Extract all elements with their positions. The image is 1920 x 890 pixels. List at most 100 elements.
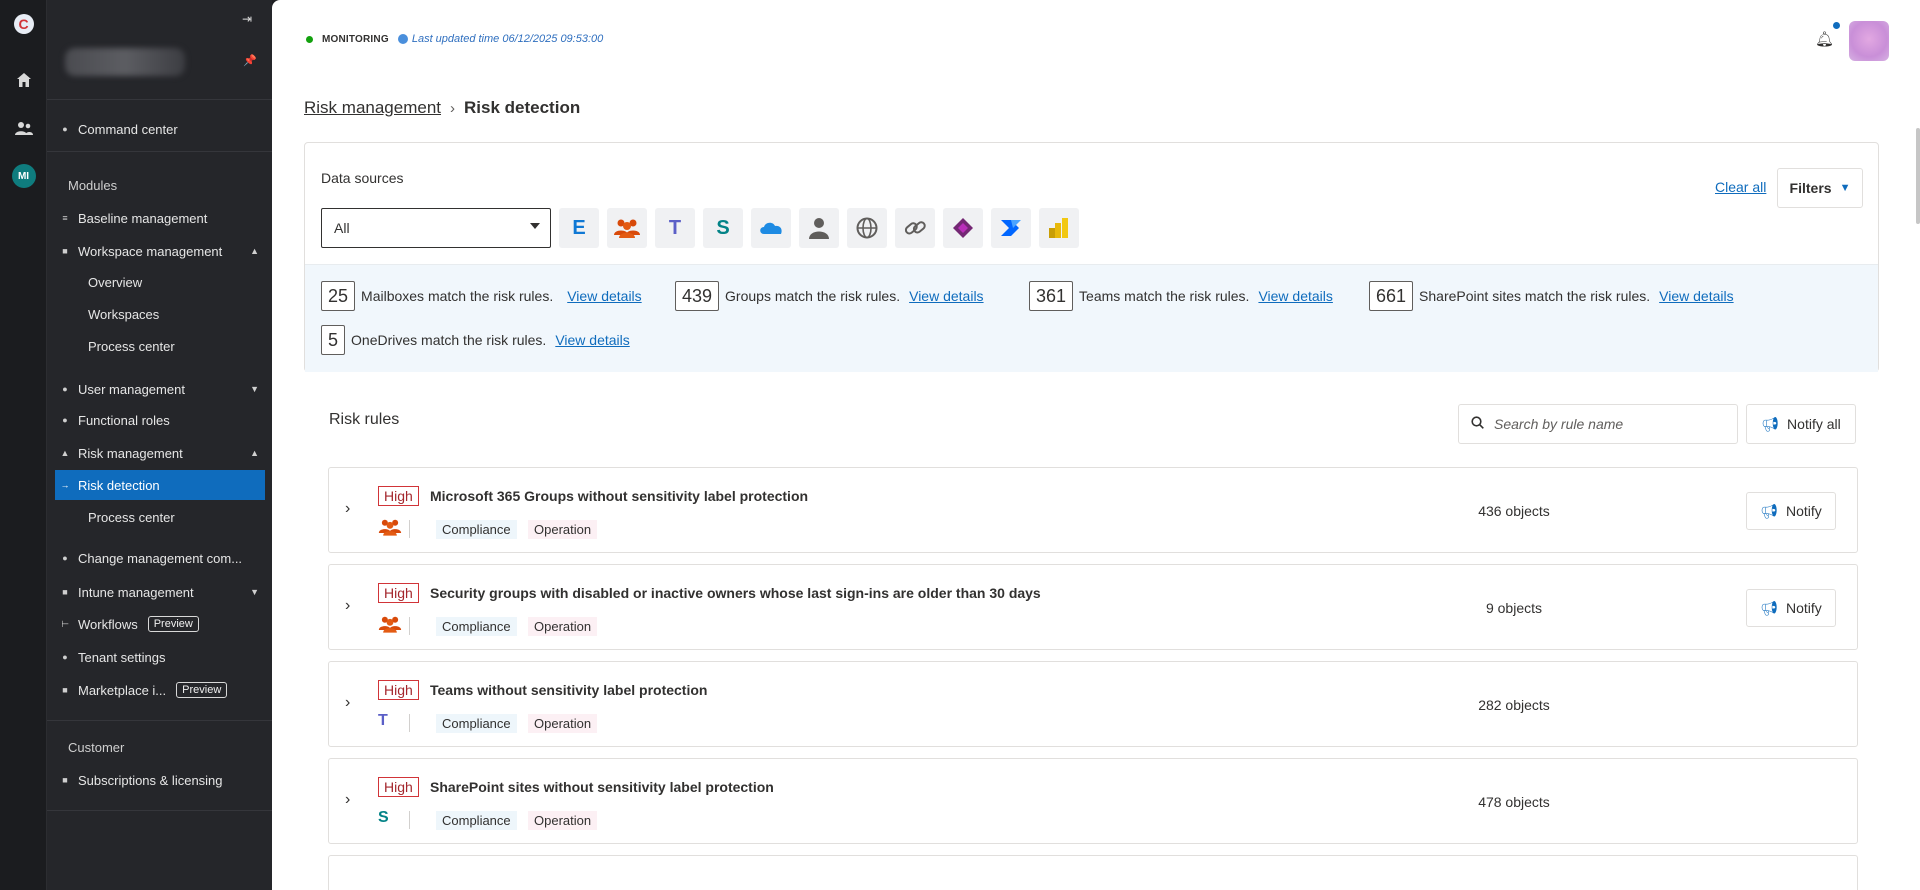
user-icon[interactable] bbox=[799, 208, 839, 248]
sidebar-item-subscriptions[interactable]: ■ Subscriptions & licensing bbox=[47, 765, 272, 795]
web-icon[interactable] bbox=[847, 208, 887, 248]
rule-name: Teams without sensitivity label protecti… bbox=[430, 682, 708, 698]
device-icon: ■ bbox=[62, 587, 68, 597]
chevron-right-icon[interactable]: › bbox=[345, 791, 350, 809]
teams-icon[interactable]: T bbox=[655, 208, 695, 248]
severity-badge: High bbox=[378, 680, 419, 700]
view-details-link[interactable]: View details bbox=[1659, 288, 1733, 304]
groups-icon[interactable] bbox=[607, 208, 647, 248]
search-input[interactable]: Search by rule name bbox=[1458, 404, 1738, 444]
collapse-sidebar-icon[interactable]: ⇥ bbox=[242, 12, 252, 26]
teams-stat: 361 Teams match the risk rules. View det… bbox=[1029, 281, 1333, 311]
onedrive-icon[interactable] bbox=[751, 208, 791, 248]
groups-stat: 439 Groups match the risk rules. View de… bbox=[675, 281, 984, 311]
logo-icon: C bbox=[13, 14, 34, 34]
tag-operation: Operation bbox=[528, 520, 598, 539]
sidebar-item-tenant-settings[interactable]: ● Tenant settings bbox=[47, 642, 272, 672]
groups-icon bbox=[378, 615, 402, 638]
sidebar-item-process-center-risk[interactable]: Process center bbox=[47, 502, 272, 532]
people-icon[interactable] bbox=[0, 108, 47, 148]
sidebar-item-baseline[interactable]: ≡ Baseline management bbox=[47, 203, 272, 233]
avatar[interactable] bbox=[1849, 21, 1889, 61]
home-icon[interactable] bbox=[0, 60, 47, 100]
sidebar-item-process-center[interactable]: Process center bbox=[47, 331, 272, 361]
tag-operation: Operation bbox=[528, 617, 598, 636]
divider bbox=[47, 151, 272, 152]
clear-all-link[interactable]: Clear all bbox=[1715, 179, 1766, 195]
list-icon: ≡ bbox=[62, 213, 68, 223]
power-apps-icon[interactable] bbox=[943, 208, 983, 248]
filters-button[interactable]: Filters ▼ bbox=[1777, 168, 1863, 208]
chevron-up-icon: ▲ bbox=[250, 448, 259, 458]
chevron-down-icon: ▼ bbox=[250, 384, 259, 394]
power-bi-icon[interactable] bbox=[1039, 208, 1079, 248]
divider bbox=[409, 520, 410, 538]
bell-icon[interactable]: 🔔︎ bbox=[1815, 30, 1834, 48]
object-count: 436 objects bbox=[1478, 503, 1550, 519]
arrow-right-icon: → bbox=[60, 480, 70, 490]
store-icon: ■ bbox=[62, 685, 68, 695]
icon-rail: C MI bbox=[0, 0, 47, 890]
scrollbar[interactable] bbox=[1916, 128, 1920, 224]
pin-icon[interactable]: 📌 bbox=[243, 54, 257, 67]
chevron-right-icon[interactable]: › bbox=[345, 694, 350, 712]
license-icon: ■ bbox=[62, 775, 68, 785]
tenant-switch-button[interactable]: MI bbox=[0, 156, 47, 196]
sidebar-item-change-management[interactable]: ● Change management com... bbox=[47, 543, 272, 573]
risk-summary: 25 Mailboxes match the risk rules. View … bbox=[305, 264, 1878, 372]
risk-rule-row[interactable]: › High Security groups with disabled or … bbox=[328, 564, 1858, 650]
page-title: Risk detection bbox=[464, 98, 581, 117]
user-icon: ● bbox=[62, 384, 68, 394]
risk-rule-row[interactable]: › High SharePoint sites without sensitiv… bbox=[328, 758, 1858, 844]
breadcrumb-risk-management[interactable]: Risk management bbox=[304, 98, 441, 118]
megaphone-icon: 📢︎ bbox=[1760, 502, 1778, 519]
view-details-link[interactable]: View details bbox=[1258, 288, 1332, 304]
rule-name: SharePoint sites without sensitivity lab… bbox=[430, 779, 774, 795]
notify-button[interactable]: 📢︎ Notify bbox=[1746, 492, 1836, 530]
sidebar-item-risk-management[interactable]: ▲ Risk management ▲ bbox=[47, 438, 272, 468]
sidebar-item-intune-management[interactable]: ■ Intune management ▼ bbox=[47, 577, 272, 607]
divider bbox=[47, 810, 272, 811]
breadcrumb: Risk management › Risk detection bbox=[304, 98, 580, 118]
sidebar-item-user-management[interactable]: ● User management ▼ bbox=[47, 374, 272, 404]
chevron-right-icon[interactable]: › bbox=[345, 500, 350, 518]
teams-icon: T bbox=[378, 712, 388, 729]
severity-badge: High bbox=[378, 486, 419, 506]
tag-compliance: Compliance bbox=[436, 811, 517, 830]
chat-icon: ● bbox=[62, 553, 68, 563]
sidebar-item-functional-roles[interactable]: ● Functional roles bbox=[47, 405, 272, 435]
risk-rule-row[interactable]: › High Teams without sensitivity label p… bbox=[328, 661, 1858, 747]
power-automate-icon[interactable] bbox=[991, 208, 1031, 248]
risk-rule-row[interactable] bbox=[328, 855, 1858, 890]
notify-button[interactable]: 📢︎ Notify bbox=[1746, 589, 1836, 627]
object-count: 9 objects bbox=[1485, 600, 1543, 616]
sidebar-item-risk-detection[interactable]: → Risk detection bbox=[55, 470, 265, 500]
chevron-right-icon[interactable]: › bbox=[345, 597, 350, 615]
object-count: 478 objects bbox=[1478, 794, 1550, 810]
sidebar-item-overview[interactable]: Overview bbox=[47, 267, 272, 297]
severity-badge: High bbox=[378, 583, 419, 603]
risk-rule-row[interactable]: › High Microsoft 365 Groups without sens… bbox=[328, 467, 1858, 553]
preview-badge: Preview bbox=[176, 682, 228, 698]
sidebar-item-workspace-management[interactable]: ■ Workspace management ▲ bbox=[47, 236, 272, 266]
data-source-icons: E T S bbox=[559, 208, 1087, 248]
exchange-icon[interactable]: E bbox=[559, 208, 599, 248]
divider bbox=[47, 720, 272, 721]
link-icon[interactable] bbox=[895, 208, 935, 248]
groups-icon bbox=[378, 518, 402, 541]
view-details-link[interactable]: View details bbox=[909, 288, 983, 304]
view-details-link[interactable]: View details bbox=[567, 288, 641, 304]
sharepoint-icon[interactable]: S bbox=[703, 208, 743, 248]
app-logo[interactable]: C bbox=[0, 4, 47, 44]
divider bbox=[409, 811, 410, 829]
sidebar-header: ⇥ 📌 bbox=[47, 0, 272, 100]
chevron-right-icon: › bbox=[450, 99, 456, 117]
sidebar-item-command-center[interactable]: ● Command center bbox=[47, 114, 272, 144]
sidebar-item-marketplace[interactable]: ■ Marketplace i... Preview bbox=[47, 675, 272, 705]
view-details-link[interactable]: View details bbox=[555, 332, 629, 348]
data-source-select[interactable]: All bbox=[321, 208, 551, 248]
tag-operation: Operation bbox=[528, 811, 598, 830]
notify-all-button[interactable]: 📢︎ Notify all bbox=[1746, 404, 1856, 444]
sidebar-item-workspaces[interactable]: Workspaces bbox=[47, 299, 272, 329]
sidebar-item-workflows[interactable]: ⊢ Workflows Preview bbox=[47, 609, 272, 639]
